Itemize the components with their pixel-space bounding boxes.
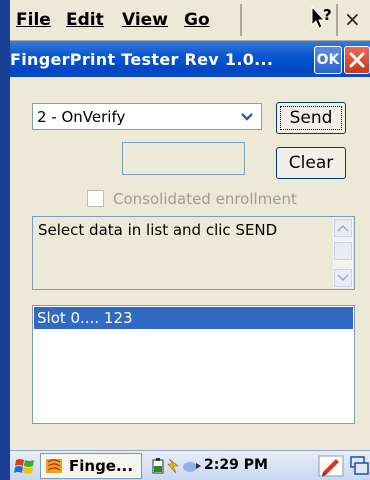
network-icon[interactable] (166, 457, 182, 475)
clear-button[interactable]: Clear (276, 147, 346, 179)
close-button[interactable] (344, 46, 370, 74)
clear-label: Clear (288, 153, 334, 173)
scroll-down-button[interactable] (334, 269, 352, 287)
menu-view[interactable]: View (122, 10, 168, 30)
help-cursor-icon[interactable]: ? (308, 4, 336, 32)
arrow-icon[interactable] (182, 457, 202, 475)
device-screen: File Edit View Go ? × FingerPrint Tester… (10, 0, 370, 480)
scroll-up-button[interactable] (334, 219, 352, 237)
close-icon (349, 52, 365, 68)
slot-listbox[interactable]: Slot 0.... 123 (32, 305, 355, 424)
menu-separator (336, 4, 338, 36)
chevron-up-icon (337, 224, 349, 232)
scroll-thumb[interactable] (334, 242, 352, 260)
keyboard-icon[interactable] (348, 453, 370, 479)
task-button-fingerprint[interactable]: Finge... (40, 453, 142, 479)
app-icon (46, 459, 62, 473)
info-text: Select data in list and clic SEND (38, 221, 278, 239)
menu-bar: File Edit View Go ? × (10, 0, 370, 41)
consolidated-enrollment-label: Consolidated enrollment (113, 190, 297, 208)
combobox-value: 2 - OnVerify (37, 108, 126, 126)
ok-button[interactable]: OK (314, 46, 342, 74)
consolidated-enrollment-checkbox[interactable] (87, 190, 104, 207)
taskbar: Finge... 2:29 PM (10, 450, 370, 480)
status-field (122, 142, 245, 175)
menu-edit[interactable]: Edit (66, 10, 104, 30)
menu-close-button[interactable]: × (344, 7, 361, 31)
command-combobox[interactable]: 2 - OnVerify (32, 103, 262, 130)
system-tray: 2:29 PM (150, 453, 320, 479)
vertical-scrollbar[interactable] (333, 218, 353, 288)
svg-text:?: ? (323, 6, 332, 24)
window-title: FingerPrint Tester Rev 1.0... (10, 50, 274, 69)
clock[interactable]: 2:29 PM (204, 457, 268, 473)
send-button[interactable]: Send (276, 102, 346, 134)
menu-go[interactable]: Go (184, 10, 210, 30)
windows-flag-icon[interactable] (14, 455, 36, 477)
chevron-down-icon (337, 274, 349, 282)
menu-separator (240, 4, 242, 36)
title-bar: FingerPrint Tester Rev 1.0... OK (10, 41, 370, 77)
chevron-down-icon[interactable] (241, 111, 253, 123)
focus-rectangle (280, 106, 342, 130)
power-icon[interactable] (150, 457, 166, 475)
list-item[interactable]: Slot 0.... 123 (34, 307, 353, 329)
menu-file[interactable]: File (16, 10, 51, 30)
info-textarea[interactable]: Select data in list and clic SEND (32, 216, 355, 290)
pen-input-icon[interactable] (318, 453, 344, 479)
task-label: Finge... (69, 457, 134, 475)
